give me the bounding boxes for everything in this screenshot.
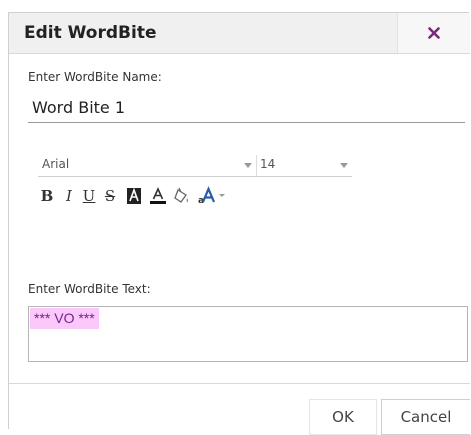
strikethrough-icon: S [104, 187, 116, 205]
dialog-header: Edit WordBite [9, 13, 470, 54]
chevron-down-icon [244, 163, 252, 168]
clear-formatting-icon [174, 187, 189, 203]
wordbite-text-editor[interactable]: *** VO *** [28, 306, 468, 362]
bold-button[interactable]: B [39, 183, 55, 209]
cancel-button[interactable]: Cancel [381, 399, 470, 435]
dialog-title: Edit WordBite [24, 23, 157, 43]
font-family-select[interactable]: Arial [38, 155, 256, 177]
italic-icon: I [66, 187, 72, 205]
text-effects-button[interactable]: a [195, 183, 229, 209]
text-label: Enter WordBite Text: [28, 282, 151, 296]
chevron-down-icon [340, 163, 348, 168]
underline-icon: U [82, 187, 96, 205]
font-size-value: 14 [260, 157, 276, 171]
strikethrough-button[interactable]: S [102, 183, 118, 209]
font-family-value: Arial [42, 157, 70, 171]
name-label: Enter WordBite Name: [28, 70, 162, 84]
underline-button[interactable]: U [81, 183, 97, 209]
clear-formatting-button[interactable] [172, 183, 192, 209]
edit-wordbite-dialog: Edit WordBite Enter WordBite Name: Arial… [8, 12, 470, 435]
close-button[interactable] [397, 13, 470, 53]
font-color-button[interactable] [148, 183, 168, 209]
italic-button[interactable]: I [62, 183, 76, 209]
background-color-button[interactable] [125, 183, 143, 209]
font-color-icon [150, 187, 166, 204]
ok-button[interactable]: OK [309, 399, 377, 435]
close-icon [428, 27, 440, 39]
text-effects-icon: a [198, 186, 225, 206]
footer-divider [9, 383, 470, 384]
wordbite-name-input[interactable] [28, 93, 465, 123]
font-size-select[interactable]: 14 [256, 155, 352, 177]
highlighted-text: *** VO *** [30, 308, 99, 329]
bold-icon: B [40, 187, 54, 205]
background-color-icon [127, 187, 141, 204]
